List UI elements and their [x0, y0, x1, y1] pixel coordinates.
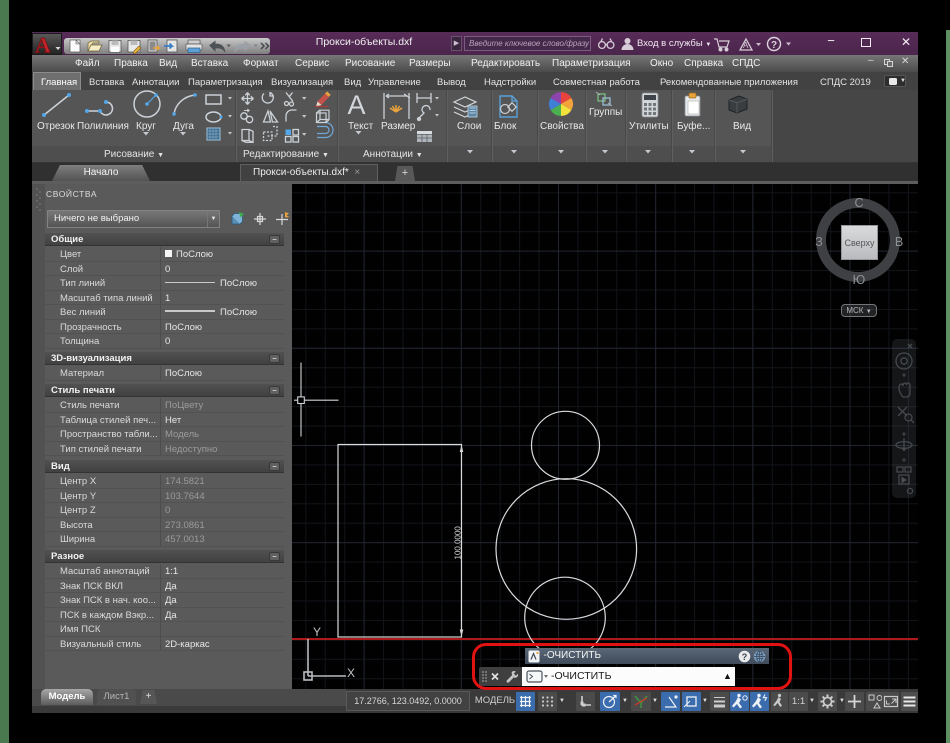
svg-text:A: A [348, 90, 366, 120]
svg-text:A: A [35, 33, 51, 55]
svg-text:Y: Y [313, 625, 321, 639]
svg-text:X: X [347, 666, 355, 680]
svg-text:A: A [743, 41, 749, 50]
svg-text:?: ? [771, 40, 777, 51]
svg-text:100.0000: 100.0000 [454, 526, 463, 560]
